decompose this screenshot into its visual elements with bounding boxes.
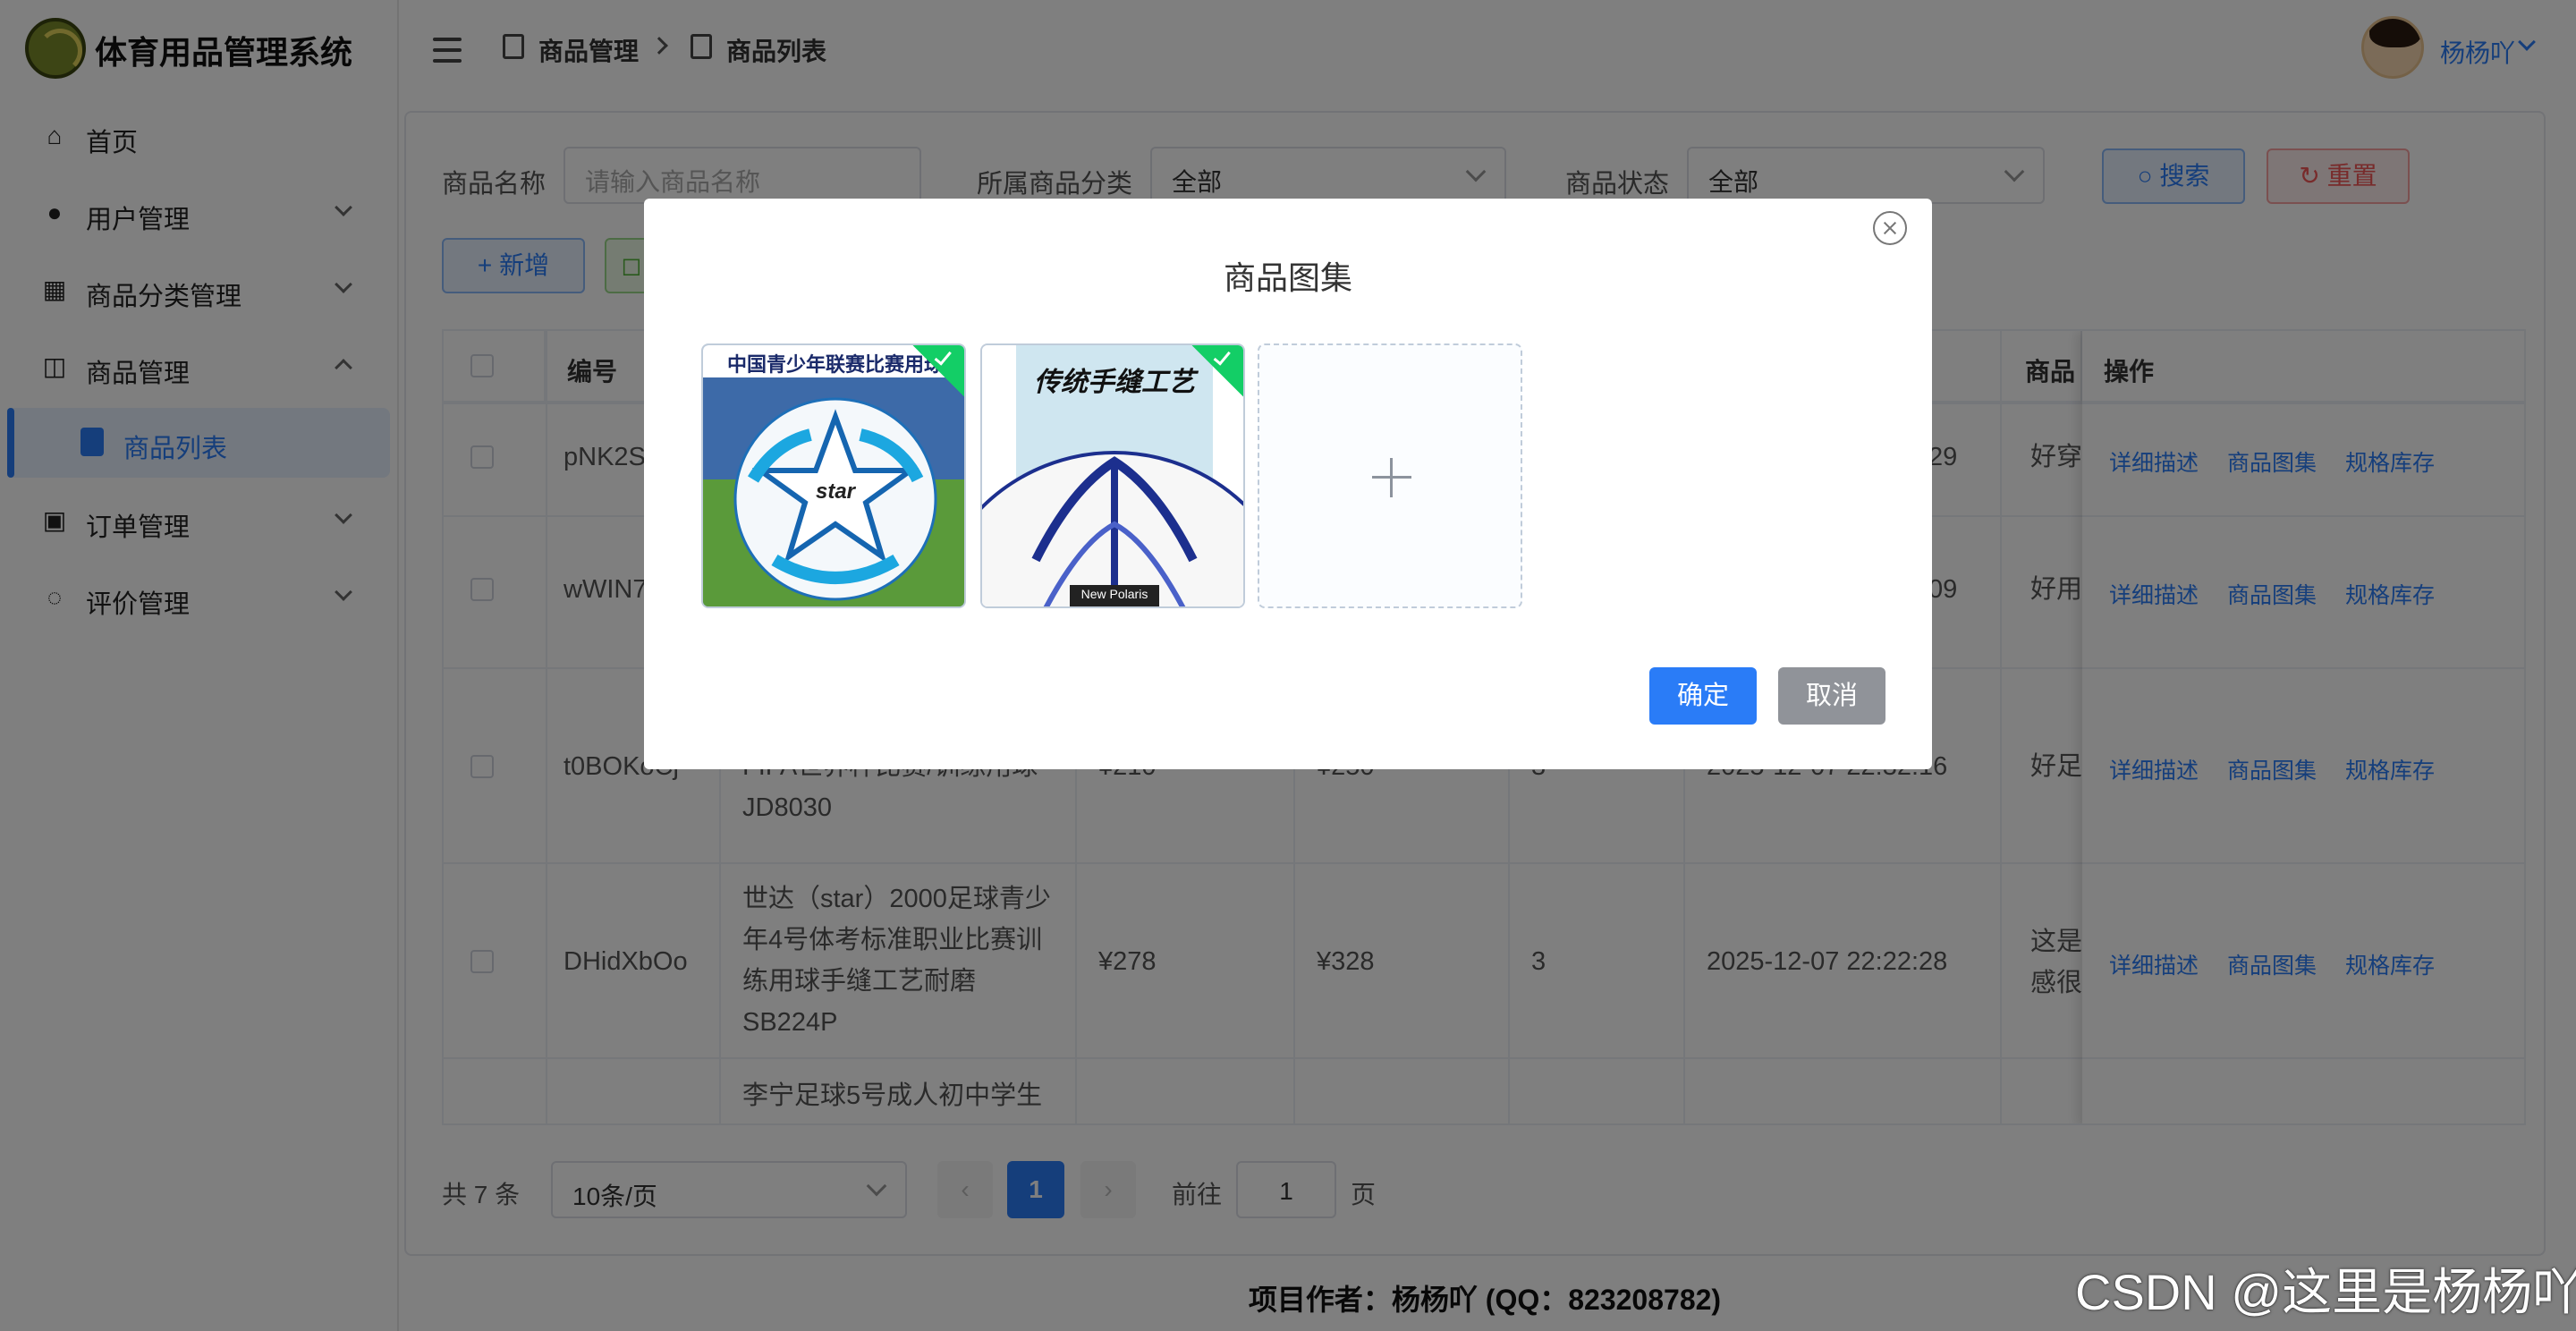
upload-image-button[interactable] xyxy=(1258,343,1522,608)
watermark: CSDN @这里是杨杨吖 xyxy=(2075,1264,2576,1320)
gallery-image[interactable]: 传统手缝工艺 New Polaris xyxy=(980,343,1245,608)
image-caption: 传统手缝工艺 xyxy=(1034,368,1195,397)
close-icon[interactable] xyxy=(1873,211,1907,245)
gallery-dialog: 商品图集 中国青少年联赛比赛用球 star 传统手缝工艺 New Polaris xyxy=(644,199,1932,769)
dialog-title: 商品图集 xyxy=(1223,259,1352,296)
brand-label: New Polaris xyxy=(1080,587,1148,601)
gallery-image[interactable]: 中国青少年联赛比赛用球 star xyxy=(701,343,966,608)
cancel-button[interactable]: 取消 xyxy=(1778,667,1885,725)
soccer-ball-image xyxy=(703,345,964,606)
brand-label: star xyxy=(815,479,856,504)
confirm-button[interactable]: 确定 xyxy=(1649,667,1757,725)
plus-icon xyxy=(1259,345,1260,346)
